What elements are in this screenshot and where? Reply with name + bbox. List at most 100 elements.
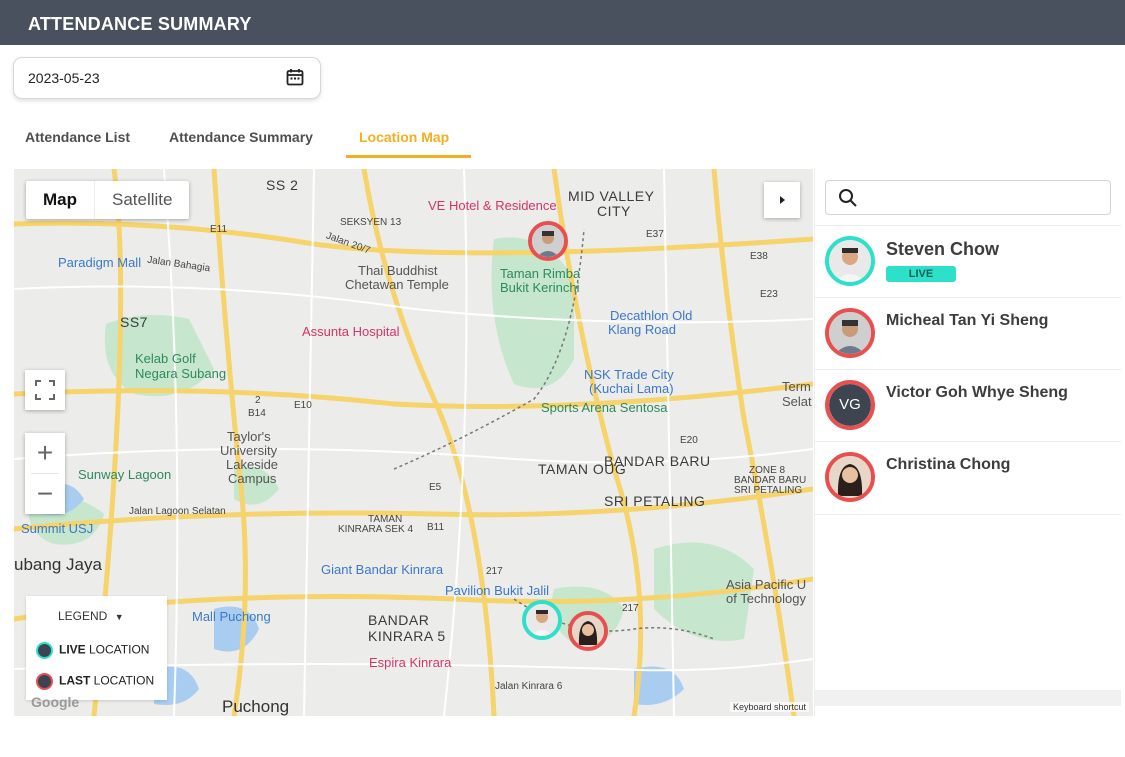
map-label: (Kuchai Lama) <box>589 381 674 396</box>
map-label: Negara Subang <box>135 366 227 381</box>
zoom-in-button[interactable]: + <box>25 433 65 473</box>
map-label: Decathlon Old <box>610 308 693 323</box>
map-label: Jalan Kinrara 6 <box>495 681 563 692</box>
map-label: E37 <box>646 229 664 240</box>
avatar-photo-icon <box>526 604 558 636</box>
legend-live-label: LIVE <box>59 642 86 657</box>
page-title: ATTENDANCE SUMMARY <box>28 14 252 34</box>
person-name: Christina Chong <box>886 456 1011 473</box>
map-label: E10 <box>294 400 312 411</box>
date-value: 2023-05-23 <box>28 70 100 86</box>
map-marker-live-location[interactable] <box>522 600 562 640</box>
map-label: Chetawan Temple <box>345 277 449 292</box>
map-label: SRI PETALING <box>734 485 803 496</box>
avatar-initials: VG <box>829 384 871 426</box>
date-picker[interactable]: 2023-05-23 <box>13 57 321 99</box>
search-box[interactable] <box>825 180 1111 215</box>
map-label: BANDAR <box>368 612 430 628</box>
tab-attendance-list[interactable]: Attendance List <box>25 129 130 145</box>
map-label: Mall Puchong <box>192 609 271 624</box>
map-label: Bukit Kerinchi <box>500 280 580 295</box>
map-label: Pavilion Bukit Jalil <box>445 583 550 598</box>
map-label: VE Hotel & Residence <box>428 198 557 213</box>
map-label: Kelab Golf <box>135 351 196 366</box>
calendar-icon[interactable] <box>286 68 304 86</box>
map-label: SEKSYEN 13 <box>340 217 402 228</box>
map-label: KINRARA 5 <box>368 628 446 644</box>
tab-attendance-summary[interactable]: Attendance Summary <box>169 129 313 145</box>
person-item[interactable]: VG Victor Goh Whye Sheng <box>815 369 1121 442</box>
map-label: KINRARA SEK 4 <box>338 524 414 535</box>
zoom-control: + − <box>25 433 65 514</box>
map-legend: LEGEND ▼ LIVE LOCATION LAST LOCATION <box>26 596 167 700</box>
legend-title-label: LEGEND <box>58 609 108 623</box>
zoom-out-button[interactable]: − <box>25 474 65 514</box>
legend-live-suffix: LOCATION <box>85 642 150 657</box>
legend-last-label: LAST <box>59 673 91 688</box>
person-item[interactable]: Micheal Tan Yi Sheng <box>815 297 1121 370</box>
live-dot-icon <box>36 642 53 659</box>
map-label: B11 <box>427 522 445 533</box>
map-label: Campus <box>228 471 277 486</box>
person-name: Steven Chow <box>886 239 1000 259</box>
avatar-photo-icon <box>829 312 871 354</box>
map-label: E5 <box>429 482 442 493</box>
map-label: E11 <box>210 224 228 235</box>
map-marker-last-location[interactable] <box>528 221 568 261</box>
map-type-control: Map Satellite <box>26 181 190 219</box>
map-type-map-button[interactable]: Map <box>26 181 94 219</box>
people-panel: Steven Chow LIVE Micheal Tan Yi Sheng VG… <box>814 169 1121 716</box>
map-label: SRI PETALING <box>604 493 706 509</box>
map-marker-last-location[interactable] <box>568 611 608 651</box>
person-name: Victor Goh Whye Sheng <box>886 384 1068 401</box>
legend-title[interactable]: LEGEND ▼ <box>58 609 124 623</box>
map-label: BANDAR BARU <box>604 453 711 469</box>
live-badge: LIVE <box>886 266 956 282</box>
search-input[interactable] <box>864 187 1103 205</box>
map-label: SS 2 <box>266 177 299 193</box>
person-item[interactable]: Steven Chow LIVE <box>815 225 1121 298</box>
map-label: Paradigm Mall <box>58 255 142 270</box>
panel-scrollbar[interactable] <box>815 690 1121 706</box>
map-label: Puchong <box>222 697 290 716</box>
map-label: Selat <box>782 394 812 409</box>
map-label: Sunway Lagoon <box>78 467 172 482</box>
map-label: Assunta Hospital <box>302 324 400 339</box>
map-label: of Technology <box>726 591 806 606</box>
person-item[interactable]: Christina Chong <box>815 441 1121 515</box>
last-dot-icon <box>36 673 53 690</box>
map-label: Summit USJ <box>21 521 94 536</box>
map-label: E38 <box>750 251 768 262</box>
map-label: Espira Kinrara <box>369 655 452 670</box>
map-label: Thai Buddhist <box>358 263 438 278</box>
caret-down-icon: ▼ <box>114 612 124 622</box>
legend-live: LIVE LOCATION <box>36 642 149 659</box>
fullscreen-button[interactable] <box>25 370 65 410</box>
map-label: Taylor's <box>227 429 271 444</box>
keyboard-shortcuts-link[interactable]: Keyboard shortcut <box>730 702 810 712</box>
map-label: E23 <box>760 289 778 300</box>
map-label: Sports Arena Sentosa <box>541 400 668 415</box>
avatar: VG <box>825 380 875 430</box>
avatar-photo-icon <box>829 240 871 282</box>
expand-panel-button[interactable] <box>764 182 800 218</box>
map-label: MID VALLEY <box>568 188 655 204</box>
map-label: University <box>220 443 278 458</box>
legend-last-suffix: LOCATION <box>90 673 155 688</box>
map-label: Jalan Lagoon Selatan <box>129 506 226 517</box>
google-logo: Google <box>31 694 80 710</box>
map-type-satellite-button[interactable]: Satellite <box>94 181 189 219</box>
active-tab-indicator <box>346 155 471 158</box>
map-label: Klang Road <box>608 322 676 337</box>
caret-right-icon <box>780 196 785 204</box>
app-header: ATTENDANCE SUMMARY <box>0 0 1125 45</box>
map-label: NSK Trade City <box>584 367 674 382</box>
avatar <box>825 236 875 286</box>
avatar-photo-icon <box>572 615 604 647</box>
map-label: 217 <box>486 566 503 577</box>
map-label: Term <box>782 379 811 394</box>
tab-location-map[interactable]: Location Map <box>359 129 449 145</box>
location-map[interactable]: SS 2 MID VALLEY CITY VE Hotel & Residenc… <box>14 169 813 716</box>
avatar <box>825 452 875 502</box>
fullscreen-icon <box>35 380 55 400</box>
